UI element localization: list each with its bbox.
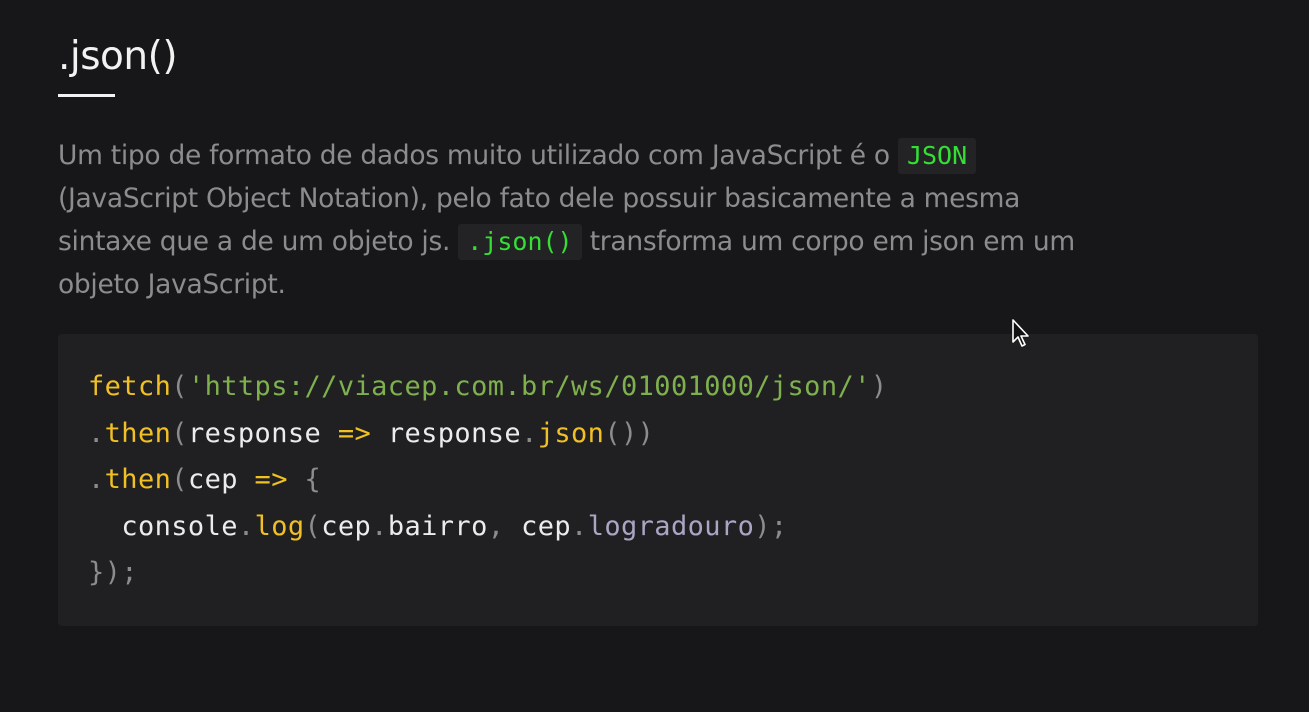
code-dot: .: [371, 510, 388, 542]
code-line-1: fetch('https://viacep.com.br/ws/01001000…: [88, 364, 887, 411]
code-identifier: cep: [521, 510, 572, 542]
code-prop-bairro: bairro: [387, 510, 488, 542]
intro-text-1: Um tipo de formato de dados muito utiliz…: [58, 140, 898, 171]
title-underline: [58, 94, 115, 97]
code-json-call: json: [537, 417, 605, 449]
lesson-page: .json() Um tipo de formato de dados muit…: [0, 0, 1309, 712]
code-paren: (: [171, 371, 188, 402]
code-line-2: .then(response => response.json()): [88, 411, 887, 458]
code-param: response: [187, 417, 322, 449]
inline-code-json-method: .json(): [458, 224, 582, 260]
code-paren: ()): [604, 417, 655, 449]
code-line-4: console.log(cep.bairro, cep.logradouro);: [88, 504, 887, 551]
code-paren: (: [171, 417, 188, 449]
inline-code-json: JSON: [897, 138, 977, 174]
code-line-3: .then(cep => {: [88, 457, 887, 504]
code-identifier: cep: [321, 510, 372, 542]
code-listing: fetch('https://viacep.com.br/ws/01001000…: [88, 364, 887, 597]
code-fetch: fetch: [88, 371, 172, 402]
code-then: then: [104, 417, 172, 449]
code-dot: .: [521, 417, 538, 449]
mouse-pointer-icon: [1012, 319, 1029, 347]
code-arrow: =>: [321, 417, 388, 449]
section-title: .json(): [58, 34, 178, 79]
code-param: cep: [187, 464, 238, 495]
code-dot: .: [88, 417, 105, 449]
code-paren: (: [304, 510, 322, 542]
code-comma: ,: [487, 510, 522, 542]
code-closing: });: [88, 557, 138, 588]
code-line-5: });: [88, 550, 887, 597]
code-identifier: response: [387, 417, 522, 449]
code-prop-logradouro: logradouro: [587, 510, 755, 542]
code-paren: );: [754, 510, 788, 542]
code-then: then: [104, 464, 172, 495]
code-paren: ): [870, 371, 888, 402]
code-paren: (: [171, 464, 188, 495]
code-dot: .: [88, 464, 105, 495]
code-brace: {: [304, 464, 322, 495]
code-dot: .: [237, 510, 255, 542]
code-log: log: [254, 510, 305, 542]
code-dot: .: [571, 510, 588, 542]
code-url-string: 'https://viacep.com.br/ws/01001000/json/…: [187, 371, 871, 402]
code-arrow: =>: [237, 464, 305, 495]
code-console: console: [121, 510, 238, 542]
intro-paragraph: Um tipo de formato de dados muito utiliz…: [58, 134, 1098, 306]
code-block: fetch('https://viacep.com.br/ws/01001000…: [58, 334, 1258, 626]
